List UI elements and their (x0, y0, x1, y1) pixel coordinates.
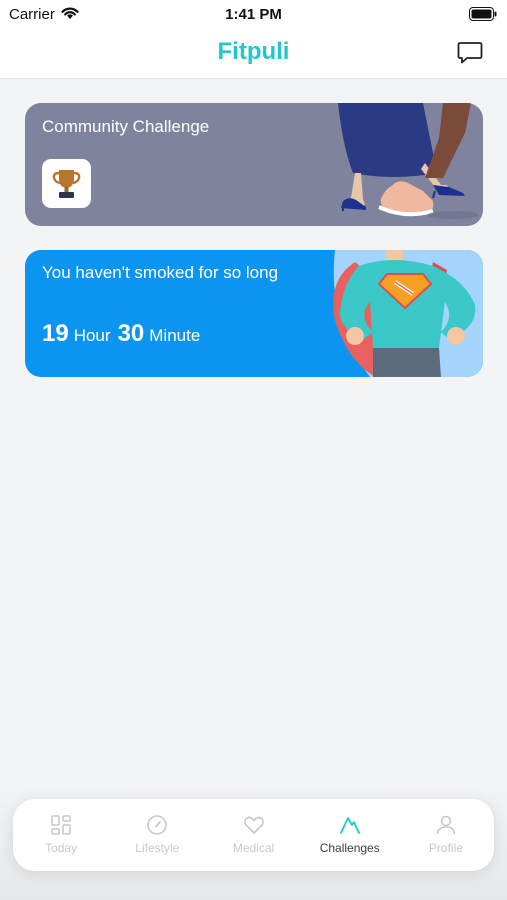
hours-value: 19 (42, 320, 69, 347)
tab-bar: Today Lifestyle Medical Challenges Profi… (13, 799, 494, 871)
battery-icon (469, 7, 497, 21)
tab-medical[interactable]: Medical (205, 799, 301, 871)
dashboard-icon (51, 815, 71, 835)
walking-legs-illustration (338, 103, 479, 219)
heart-icon (243, 816, 264, 834)
trophy-icon (52, 170, 81, 198)
community-card-title: Community Challenge (42, 117, 210, 136)
app-header: Fitpuli (0, 28, 507, 79)
status-time: 1:41 PM (225, 6, 282, 23)
tab-lifestyle-label: Lifestyle (135, 841, 180, 855)
smoke-free-counter: 19 Hour 30 Minute (42, 320, 207, 348)
tab-today-label: Today (45, 841, 78, 855)
compass-icon (147, 815, 168, 835)
status-bar: Carrier 1:41 PM (0, 0, 507, 28)
app-title: Fitpuli (217, 38, 290, 65)
user-icon (436, 815, 456, 835)
community-challenge-card[interactable]: Community Challenge (25, 103, 483, 226)
chat-bubble-icon[interactable] (457, 41, 483, 65)
tab-challenges-label: Challenges (319, 841, 380, 855)
smoke-free-card[interactable]: You haven't smoked for so long 19 Hour 30 M… (25, 250, 483, 377)
smoke-card-title: You haven't smoked for so long (42, 263, 279, 282)
tab-medical-label: Medical (232, 841, 275, 855)
tab-profile[interactable]: Profile (398, 799, 494, 871)
minutes-unit: Minute (149, 326, 201, 345)
hours-unit: Hour (73, 326, 111, 345)
mountain-icon (339, 817, 360, 834)
tab-today[interactable]: Today (13, 799, 109, 871)
tab-challenges[interactable]: Challenges (302, 799, 398, 871)
tab-lifestyle[interactable]: Lifestyle (109, 799, 205, 871)
superhero-illustration (333, 250, 483, 377)
minutes-value: 30 (117, 320, 145, 347)
trophy-badge (42, 159, 91, 208)
tab-profile-label: Profile (428, 841, 463, 855)
